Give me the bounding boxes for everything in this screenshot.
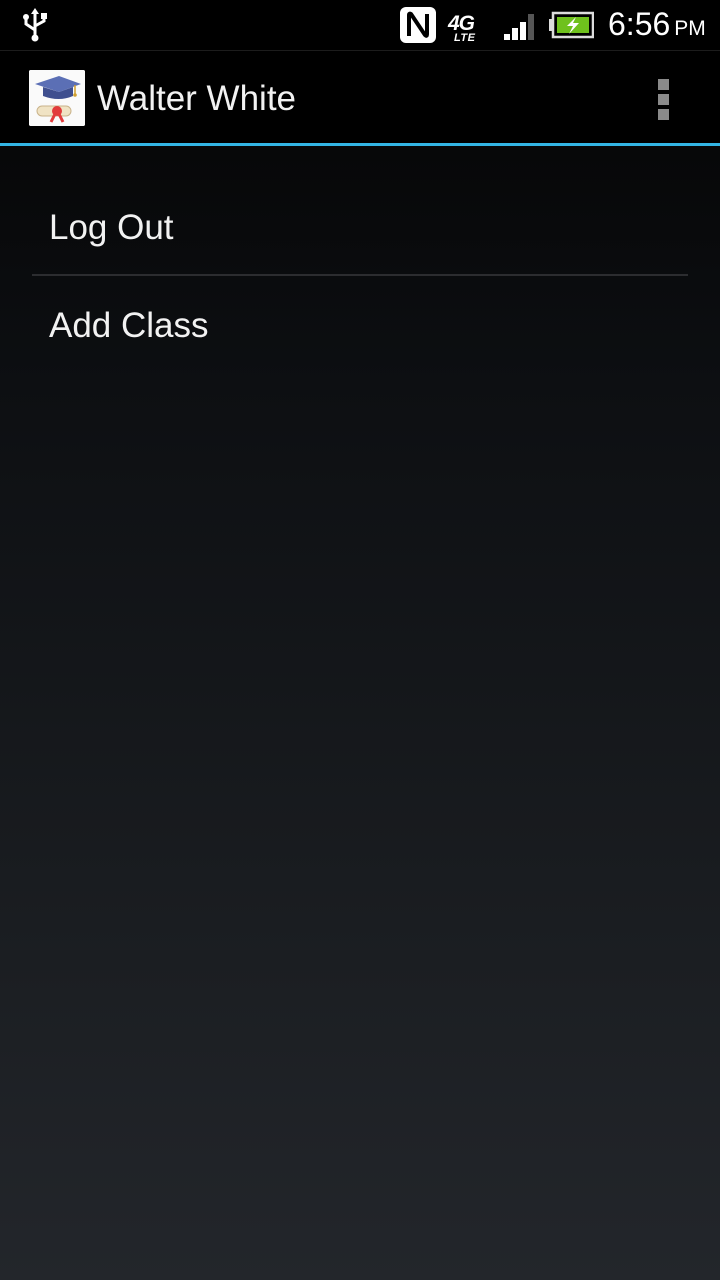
log-out-button[interactable]: Log Out [32, 178, 688, 274]
battery-charging-icon [549, 11, 594, 39]
add-class-label: Add Class [49, 306, 209, 345]
graduation-cap-diploma-icon[interactable] [29, 70, 85, 126]
status-bar: 4G LTE 6:56 PM [0, 0, 720, 51]
overflow-menu-icon[interactable] [646, 77, 682, 121]
add-class-button[interactable]: Add Class [32, 276, 688, 372]
app-title: Walter White [97, 79, 297, 118]
log-out-label: Log Out [49, 208, 174, 247]
status-clock: 6:56 PM [608, 6, 706, 43]
network-subtype: LTE [454, 32, 476, 44]
signal-icon [504, 14, 534, 40]
nfc-icon [400, 7, 436, 43]
action-bar-divider [0, 143, 720, 146]
action-bar: Walter White [0, 51, 720, 143]
usb-icon [23, 8, 47, 42]
network-4g-lte-icon: 4G LTE [448, 12, 475, 44]
clock-time: 6:56 [608, 6, 671, 42]
clock-ampm: PM [674, 17, 706, 40]
